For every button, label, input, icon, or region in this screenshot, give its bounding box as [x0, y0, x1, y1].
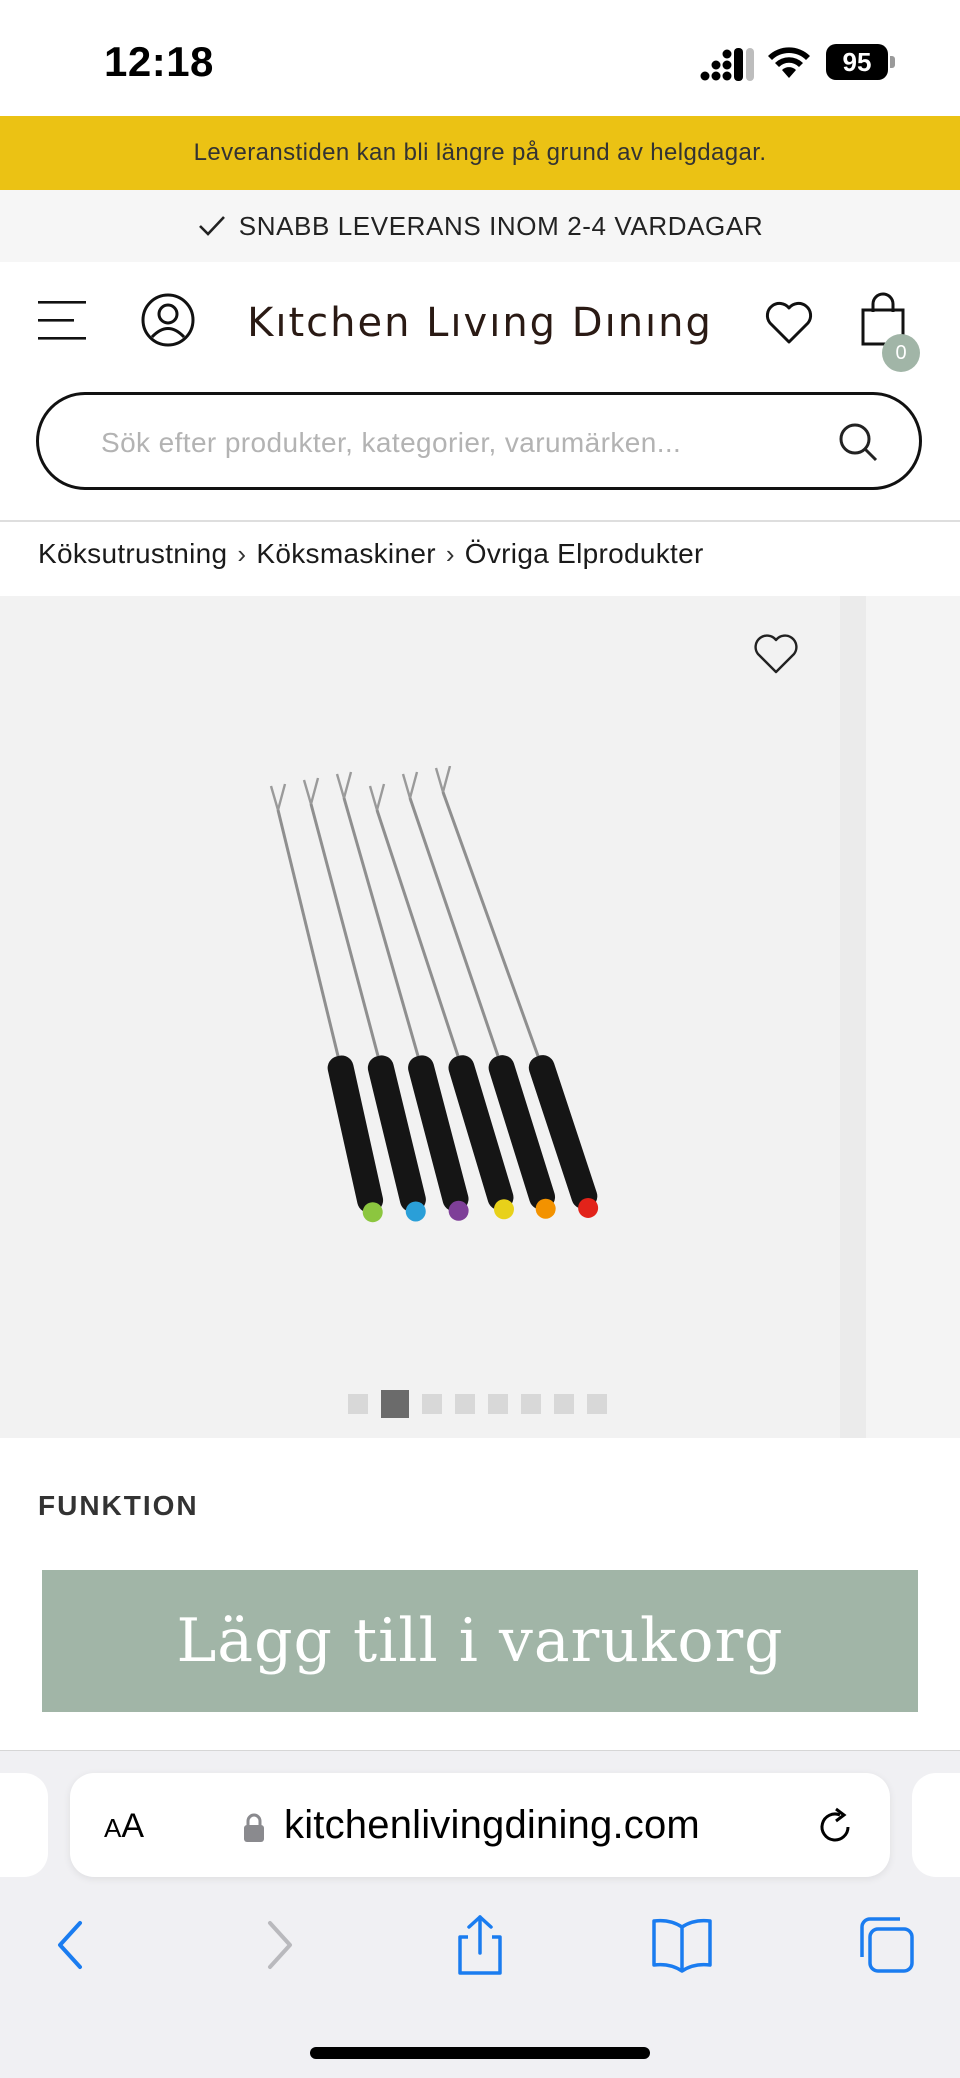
search-input[interactable]: Sök efter produkter, kategorier, varumär…	[36, 392, 922, 490]
search-icon[interactable]	[837, 421, 879, 463]
next-tab-peek[interactable]	[912, 1773, 960, 1877]
gallery-slide[interactable]	[0, 596, 840, 1438]
holiday-notice-banner: Leveranstiden kan bli längre på grund av…	[0, 116, 960, 190]
tabs-icon[interactable]	[854, 1913, 918, 1977]
delivery-banner: SNABB LEVERANS INOM 2-4 VARDAGAR	[0, 190, 960, 262]
url-text[interactable]: kitchenlivingdining.com	[284, 1803, 700, 1848]
breadcrumb-item-ovriga-elprodukter[interactable]: Övriga Elprodukter	[465, 538, 704, 570]
forward-icon[interactable]	[246, 1913, 310, 1977]
function-section-label: FUNKTION	[38, 1490, 199, 1521]
browser-toolbar	[0, 1901, 960, 2011]
gallery-dot[interactable]	[488, 1394, 508, 1414]
breadcrumb-item-koksutrustning[interactable]: Köksutrustning	[38, 538, 227, 570]
gallery-dot[interactable]	[521, 1394, 541, 1414]
battery-level: 95	[826, 44, 888, 80]
battery-tip	[890, 56, 895, 68]
breadcrumb: Köksutrustning › Köksmaskiner › Övriga E…	[38, 538, 704, 570]
breadcrumb-separator: ›	[445, 538, 455, 569]
status-bar: 12:18 95	[0, 0, 960, 116]
gallery-dot[interactable]	[554, 1394, 574, 1414]
search-placeholder: Sök efter produkter, kategorier, varumär…	[101, 427, 682, 458]
share-icon[interactable]	[448, 1913, 512, 1977]
product-image-fondue-forks[interactable]	[240, 766, 620, 1246]
text-size-button[interactable]: AA	[104, 1807, 144, 1846]
notice-text: Leveranstiden kan bli längre på grund av…	[193, 139, 767, 166]
fondue-fork	[269, 783, 384, 1223]
status-time: 12:18	[104, 38, 214, 85]
delivery-text: SNABB LEVERANS INOM 2-4 VARDAGAR	[238, 210, 764, 241]
battery-indicator: 95	[826, 44, 896, 80]
product-gallery[interactable]	[0, 596, 960, 1438]
gallery-dot[interactable]	[422, 1394, 442, 1414]
back-icon[interactable]	[40, 1913, 104, 1977]
site-logo[interactable]: Kıtchen Lıvıng Dınıng	[0, 300, 960, 346]
reload-icon[interactable]	[814, 1805, 858, 1849]
bookmarks-icon[interactable]	[650, 1913, 714, 1977]
previous-tab-peek[interactable]	[0, 1773, 48, 1877]
browser-chrome: AA kitchenlivingdining.com	[0, 1750, 960, 2078]
gallery-dot[interactable]	[455, 1394, 475, 1414]
wifi-icon	[768, 47, 810, 78]
address-bar[interactable]: AA kitchenlivingdining.com	[70, 1773, 890, 1877]
lock-icon	[244, 1813, 264, 1842]
cellular-signal-icon	[700, 48, 754, 81]
cart-count-badge[interactable]: 0	[882, 334, 920, 372]
checkmark-icon	[198, 216, 225, 236]
breadcrumb-item-koksmaskiner[interactable]: Köksmaskiner	[256, 538, 435, 570]
gallery-dot[interactable]	[587, 1394, 607, 1414]
home-indicator	[310, 2047, 650, 2059]
gallery-dot[interactable]	[381, 1390, 409, 1418]
gallery-gap	[840, 596, 866, 1438]
gallery-pagination	[348, 1390, 607, 1418]
header-divider	[0, 520, 960, 522]
wishlist-heart-icon[interactable]	[764, 298, 814, 348]
add-to-cart-button[interactable]: Lägg till i varukorg	[42, 1570, 918, 1712]
breadcrumb-separator: ›	[237, 538, 247, 569]
next-slide-peek[interactable]	[866, 596, 960, 1438]
gallery-heart-icon[interactable]	[752, 630, 800, 678]
site-header: Kıtchen Lıvıng Dınıng 0	[0, 262, 960, 382]
gallery-dot[interactable]	[348, 1394, 368, 1414]
